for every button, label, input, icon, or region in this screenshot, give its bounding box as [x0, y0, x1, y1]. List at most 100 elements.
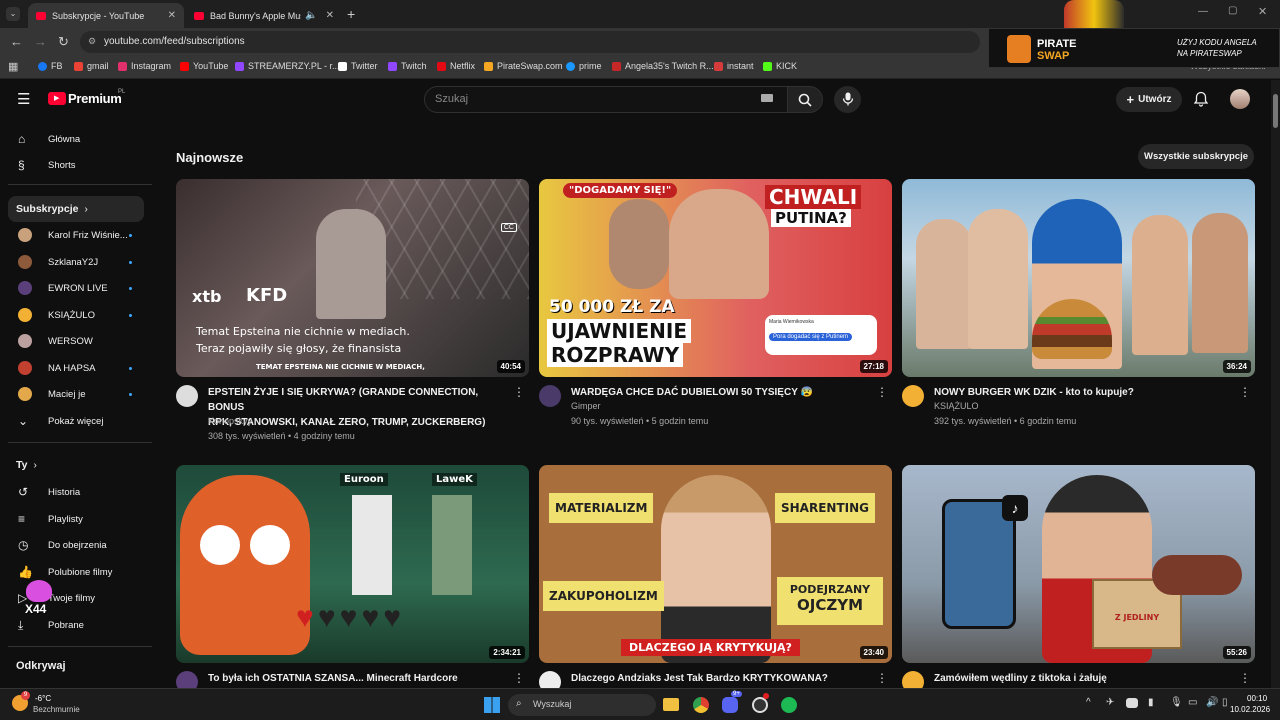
user-avatar[interactable] [1230, 89, 1250, 109]
close-tab-icon[interactable]: ✕ [168, 10, 176, 21]
discord-icon[interactable] [722, 697, 738, 713]
bookmark-netflix[interactable]: Netflix [437, 61, 475, 71]
youtube-logo-text[interactable]: Premium [68, 91, 122, 106]
pirateswap-ad-overlay[interactable]: PIRATE SWAP UŻYJ KODU ANGELA NA PIRATESW… [988, 28, 1280, 68]
voice-search-button[interactable] [834, 86, 861, 113]
sidebar-item-subscriptions[interactable]: Subskrypcje › [8, 196, 144, 222]
more-options-icon[interactable]: ⋮ [876, 385, 888, 399]
bookmark-prime[interactable]: prime [566, 61, 602, 71]
bookmark-twitch[interactable]: Twitch [388, 61, 427, 71]
tab-youtube-subscriptions[interactable]: Subskrypcje - YouTube ✕ [28, 3, 184, 28]
video-thumbnail[interactable]: 36:24 [902, 179, 1255, 377]
scrollbar-thumb[interactable] [1273, 94, 1278, 128]
speaker-icon[interactable]: 🔈 [305, 10, 317, 21]
more-options-icon[interactable]: ⋮ [1239, 671, 1251, 685]
create-button[interactable]: + Utwórz [1116, 87, 1182, 112]
forward-icon[interactable]: → [34, 34, 47, 49]
video-title[interactable]: Dlaczego Andziaks Jest Tak Bardzo KRYTYK… [571, 671, 871, 686]
video-thumbnail[interactable]: "DOGADAMY SIĘ!" CHWALI PUTINA? 50 000 ZŁ… [539, 179, 892, 377]
sidebar-item-maciej-je[interactable]: Maciej je [8, 381, 144, 407]
channel-name[interactable]: Konopskyy [208, 416, 252, 426]
tab-apple-music[interactable]: Bad Bunny's Apple Music Su 🔈 ✕ [186, 3, 342, 28]
close-tab-icon[interactable]: ✕ [326, 10, 334, 21]
video-title[interactable]: Zamówiłem wędliny z tiktoka i żałuję [934, 671, 1234, 686]
bookmark-twitter[interactable]: Twitter [338, 61, 378, 71]
sidebar-item-history[interactable]: ↺ Historia [8, 479, 144, 505]
notifications-bell-icon[interactable] [1194, 91, 1208, 107]
channel-name[interactable]: KSIĄŻULO [934, 401, 979, 411]
tray-battery-icon[interactable]: ▯ [1222, 697, 1228, 708]
bookmark-youtube[interactable]: YouTube [180, 61, 228, 71]
channel-avatar[interactable] [902, 385, 924, 407]
tray-app-icon[interactable]: ✈ [1106, 697, 1114, 708]
tray-chevron-up-icon[interactable]: ^ [1086, 697, 1091, 708]
url-field[interactable]: ⚙ youtube.com/feed/subscriptions [80, 31, 980, 53]
reload-icon[interactable]: ↻ [58, 34, 69, 50]
new-tab-icon[interactable]: + [347, 6, 355, 22]
channel-name[interactable]: Gimper [571, 401, 601, 411]
show-more-button[interactable]: ⌄ Pokaż więcej [8, 408, 144, 434]
minimize-icon[interactable]: — [1198, 6, 1208, 17]
more-options-icon[interactable]: ⋮ [513, 385, 525, 399]
bookmark-streamerzy[interactable]: STREAMERZY.PL - r... [235, 61, 340, 71]
chrome-icon[interactable] [693, 697, 709, 713]
bookmark-instant[interactable]: instant [714, 61, 754, 71]
site-info-icon[interactable]: ⚙ [88, 36, 96, 47]
video-title[interactable]: NOWY BURGER WK DZIK - kto to kupuje? [934, 385, 1234, 400]
video-title[interactable]: WARDĘGA CHCE DAĆ DUBIELOWI 50 TYSIĘCY 😰 [571, 385, 871, 400]
sidebar-item-na-hapsa[interactable]: NA HAPSA [8, 355, 144, 381]
close-window-icon[interactable]: ✕ [1258, 5, 1267, 18]
tray-volume-icon[interactable]: 🔊 [1206, 697, 1218, 708]
video-thumbnail[interactable]: xtb KFD Temat Epsteina nie cichnie w med… [176, 179, 529, 377]
more-options-icon[interactable]: ⋮ [1239, 385, 1251, 399]
spotify-icon[interactable] [781, 697, 797, 713]
tray-mic-icon[interactable]: 🎙 [1170, 697, 1183, 708]
sidebar-item-karol-friz[interactable]: Karol Friz Wiśnie... [8, 222, 144, 248]
search-button[interactable] [787, 86, 823, 113]
streamer-figure-image [1064, 0, 1124, 28]
sidebar-item-watch-later[interactable]: ◷ Do obejrzenia [8, 532, 144, 558]
search-input[interactable]: Szukaj [424, 86, 788, 113]
tray-app-icon-2[interactable]: ▮ [1148, 697, 1154, 708]
clock-date[interactable]: 10.02.2026 [1230, 705, 1270, 714]
menu-icon[interactable]: ☰ [17, 90, 30, 108]
bookmark-gmail[interactable]: gmail [74, 61, 109, 71]
sidebar-item-playlists[interactable]: ≡ Playlisty [8, 506, 144, 532]
video-thumbnail[interactable]: ♪ Z JEDLINY 55:26 [902, 465, 1255, 663]
bookmark-instagram[interactable]: Instagram [118, 61, 171, 71]
back-icon[interactable]: ← [10, 34, 23, 49]
tray-discord-icon[interactable] [1126, 698, 1138, 708]
sidebar-item-home[interactable]: ⌂ Główna [8, 126, 144, 152]
all-subscriptions-button[interactable]: Wszystkie subskrypcje [1138, 144, 1254, 169]
channel-avatar[interactable] [539, 385, 561, 407]
bookmark-angela[interactable]: Angela35's Twitch R... [612, 61, 714, 71]
more-options-icon[interactable]: ⋮ [513, 671, 525, 685]
obs-icon[interactable] [752, 697, 768, 713]
tray-display-icon[interactable]: ▭ [1188, 697, 1197, 708]
sidebar-item-szklanay2j[interactable]: SzklanaY2J [8, 249, 144, 275]
bookmark-kick[interactable]: KICK [763, 61, 797, 71]
file-explorer-icon[interactable] [663, 698, 679, 711]
tab-search-icon[interactable]: ⌄ [6, 7, 20, 21]
sidebar-item-wersow[interactable]: WERSOW [8, 328, 144, 354]
sidebar-item-ewron-live[interactable]: EWRON LIVE [8, 275, 144, 301]
closed-captions-icon[interactable]: CC [500, 223, 517, 232]
apps-grid-icon[interactable]: ▦ [8, 60, 18, 73]
video-thumbnail[interactable]: Euroon LaweK ♥♥♥♥♥ 2:34:21 [176, 465, 529, 663]
clock-time[interactable]: 00:10 [1247, 694, 1267, 703]
sidebar-item-you[interactable]: Ty › [8, 452, 144, 478]
bookmark-pirateswap[interactable]: PirateSwap.com [484, 61, 563, 71]
taskbar-search[interactable]: ⌕ Wyszukaj [508, 694, 656, 716]
keyboard-icon[interactable] [761, 94, 773, 102]
video-title[interactable]: To była ich OSTATNIA SZANSA... Minecraft… [208, 671, 508, 686]
maximize-icon[interactable]: ▢ [1228, 5, 1237, 16]
sidebar-item-ksiazulo[interactable]: KSIĄŻULO [8, 302, 144, 328]
sidebar-item-shorts[interactable]: § Shorts [8, 152, 144, 178]
video-thumbnail[interactable]: MATERIALIZM SHARENTING ZAKUPOHOLIZM PODE… [539, 465, 892, 663]
bookmark-fb[interactable]: FB [38, 61, 63, 71]
video-title[interactable]: EPSTEIN ŻYJE I SIĘ UKRYWA? (GRANDE CONNE… [208, 385, 508, 430]
scrollbar[interactable] [1271, 80, 1280, 688]
more-options-icon[interactable]: ⋮ [876, 671, 888, 685]
windows-start-icon[interactable] [484, 697, 500, 713]
channel-avatar[interactable] [176, 385, 198, 407]
